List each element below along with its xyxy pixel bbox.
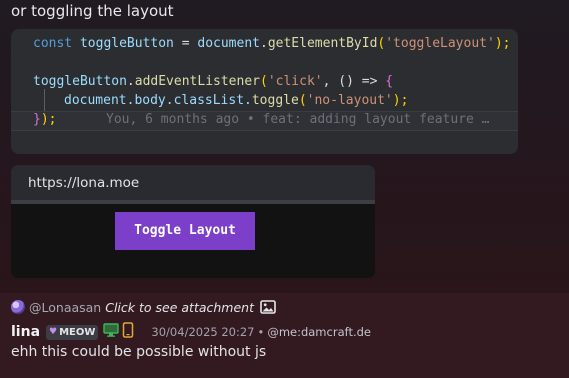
separator: • xyxy=(257,325,265,339)
heart-icon: ♥ xyxy=(49,327,58,337)
code-paren-close: ); xyxy=(40,112,57,127)
code-variable: toggleButton xyxy=(79,36,174,51)
clan-tag-label: MEOW xyxy=(59,326,96,338)
code-operator: = xyxy=(181,36,190,51)
code-paren: ( xyxy=(259,74,268,89)
code-arrow: , () => xyxy=(322,74,386,89)
avatar[interactable] xyxy=(11,300,25,314)
intro-text: or toggling the layout xyxy=(11,2,174,20)
message-text: ehh this could be possible without js xyxy=(11,344,267,360)
url-bar: https://lona.moe xyxy=(11,165,375,204)
code-keyword: const xyxy=(33,36,73,51)
reply-text[interactable]: Click to see attachment xyxy=(105,300,254,315)
toggle-layout-button[interactable]: Toggle Layout xyxy=(115,212,255,250)
code-string: 'toggleLayout' xyxy=(385,36,495,51)
code-line-3: toggleButton.addEventListener('click', (… xyxy=(33,74,394,89)
code-string: 'click' xyxy=(267,74,323,89)
code-block: const toggleButton = document.getElement… xyxy=(11,29,518,154)
code-brace: } xyxy=(33,112,41,127)
git-blame-annotation: You, 6 months ago • feat: adding layout … xyxy=(106,112,490,127)
timestamp[interactable]: 30/04/2025 20:27 xyxy=(151,325,254,339)
code-brace: { xyxy=(385,74,394,89)
reply-username[interactable]: @Lonaasan xyxy=(29,300,101,315)
reply-reference[interactable]: @Lonaasan Click to see attachment xyxy=(11,298,276,316)
code-method: toggle xyxy=(251,93,299,108)
preview-url[interactable]: https://lona.moe xyxy=(28,175,139,191)
clan-tag[interactable]: ♥ MEOW xyxy=(46,324,99,340)
code-object: document xyxy=(64,93,127,108)
code-line-1: const toggleButton = document.getElement… xyxy=(33,36,511,51)
code-object: toggleButton xyxy=(33,74,127,89)
code-method: addEventListener xyxy=(134,74,260,89)
code-line-4: document.body.classList.toggle('no-layou… xyxy=(64,91,408,110)
code-line-5: }); xyxy=(33,110,56,129)
code-method: getElementById xyxy=(267,36,378,51)
author-name[interactable]: lina xyxy=(11,324,40,340)
indent-guide xyxy=(44,89,45,111)
user-handle[interactable]: @me:damcraft.de xyxy=(267,325,371,339)
phone-icon xyxy=(122,322,134,342)
monitor-icon xyxy=(103,322,120,342)
code-paren-close: ); xyxy=(392,93,409,108)
code-string: 'no-layout' xyxy=(306,93,393,108)
embed-preview: https://lona.moe Toggle Layout xyxy=(11,165,375,278)
code-paren-close: ); xyxy=(494,36,511,51)
code-object: document xyxy=(197,36,260,51)
code-paren: ( xyxy=(298,93,307,108)
image-icon xyxy=(260,299,276,315)
message-header: lina ♥ MEOW 30/04/2025 20:27 • @me:damcr… xyxy=(11,322,371,342)
code-path: .body.classList. xyxy=(126,93,252,108)
